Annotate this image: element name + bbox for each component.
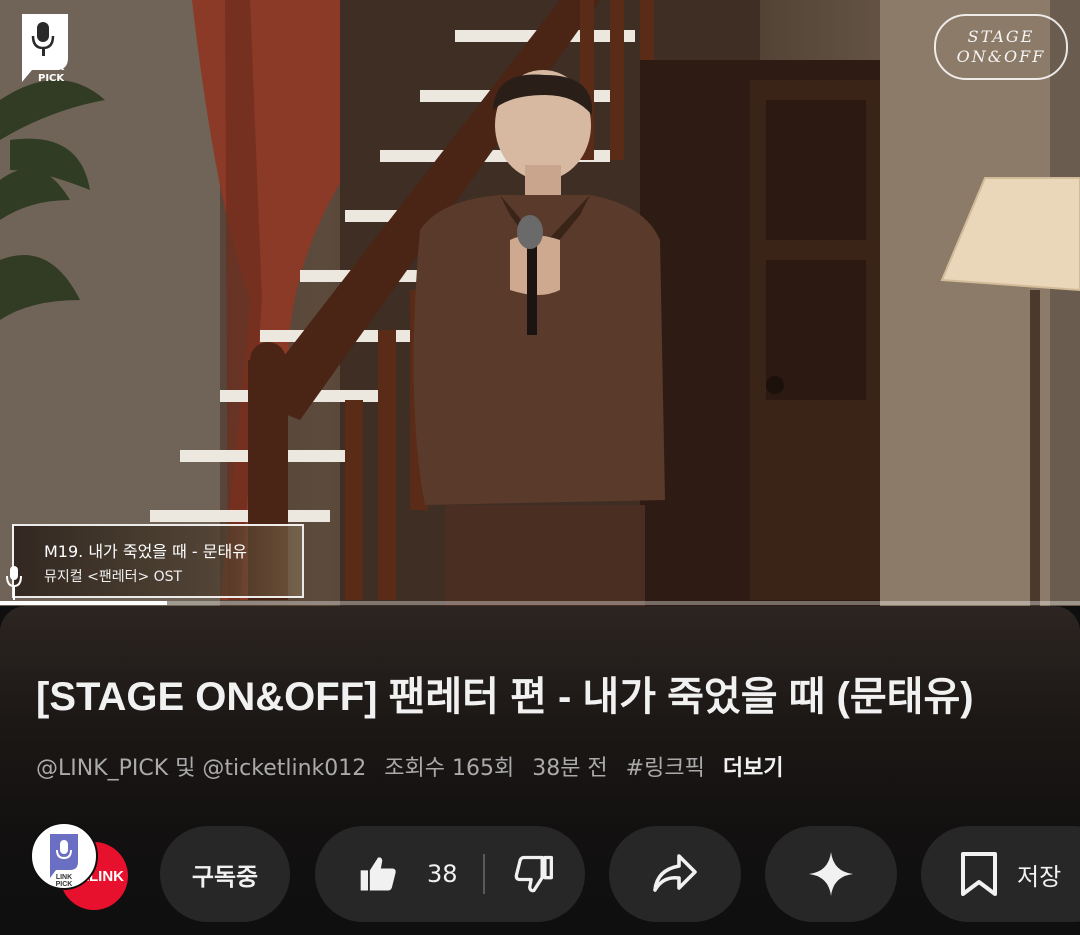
video-meta-row[interactable]: @LINK_PICK 및 @ticketlink012 조회수 165회 38분…	[36, 750, 784, 782]
song-caption-box: M19. 내가 죽었을 때 - 문태유 뮤지컬 <팬레터> OST	[12, 524, 304, 598]
stage-on-off-badge: STAGE ON&OFF	[934, 14, 1068, 80]
more-button[interactable]: 더보기	[723, 750, 784, 782]
stage-badge-line1: STAGE	[967, 27, 1035, 46]
hashtag[interactable]: #링크픽	[626, 750, 705, 782]
stage-badge-line2: ON&OFF	[956, 47, 1046, 66]
logo-text-line1: LINK	[38, 62, 65, 73]
subscribed-button[interactable]: 구독중	[160, 826, 290, 922]
logo-caption: LINK PICK	[38, 62, 64, 84]
like-dislike-group[interactable]: 38	[315, 826, 585, 922]
microphone-icon	[6, 566, 22, 600]
share-button[interactable]	[609, 826, 741, 922]
save-button[interactable]: 저장	[921, 826, 1080, 922]
logo-text-line2: PICK	[38, 73, 65, 84]
share-icon	[653, 854, 697, 892]
bookmark-icon	[961, 852, 997, 896]
sparkle-icon	[809, 852, 853, 896]
song-subtitle: 뮤지컬 <팬레터> OST	[44, 569, 183, 585]
like-divider	[483, 854, 485, 894]
like-count: 38	[427, 860, 458, 888]
playback-progress-bar[interactable]	[0, 601, 1080, 605]
playback-progress-fill	[0, 601, 168, 605]
subscribed-label: 구독중	[191, 862, 259, 891]
svg-text:LINK: LINK	[56, 874, 72, 881]
save-label: 저장	[1017, 862, 1062, 891]
thumb-up-icon[interactable]	[357, 852, 401, 896]
svg-text:PICK: PICK	[56, 881, 73, 888]
video-title[interactable]: [STAGE ON&OFF] 팬레터 편 - 내가 죽었을 때 (문태유)	[36, 664, 1046, 722]
channel-names[interactable]: @LINK_PICK 및 @ticketlink012	[36, 750, 366, 782]
link-pick-avatar-icon: LINK PICK	[50, 834, 78, 888]
video-frame	[0, 0, 1080, 606]
thumb-down-icon[interactable]	[511, 852, 555, 896]
ask-ai-button[interactable]	[765, 826, 897, 922]
channel-avatars[interactable]: tLINK LINK PICK	[30, 822, 134, 910]
song-title: M19. 내가 죽었을 때 - 문태유	[44, 542, 247, 561]
link-pick-avatar[interactable]: LINK PICK	[30, 822, 98, 890]
view-count: 조회수 165회	[384, 756, 515, 781]
upload-time: 38분 전	[532, 756, 608, 781]
youtube-watch-screen: LINK PICK STAGE ON&OFF M19. 내가 죽었을 때 - 문…	[0, 0, 1080, 935]
video-player[interactable]: LINK PICK STAGE ON&OFF M19. 내가 죽었을 때 - 문…	[0, 0, 1080, 606]
